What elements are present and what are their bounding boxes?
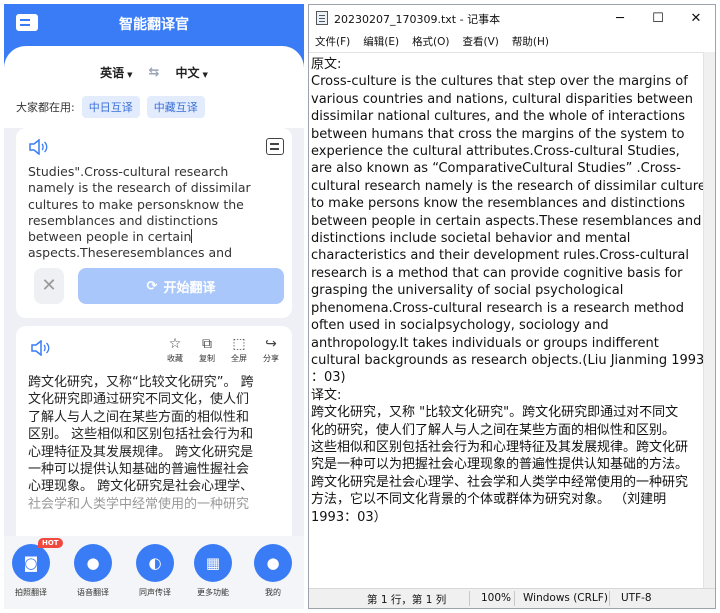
text-line: often used in socialpsychology, sociolog… [311,318,609,334]
app-title: 智能翻译官 [119,17,189,33]
text-line: dissimilar national cultures, and the wh… [311,109,685,125]
zoom-level: 100% [481,592,512,604]
caret-down-icon: ▼ [202,71,208,79]
copy-icon: ⧉ [202,336,212,352]
text-line: Cross-culture is the cultures that step … [311,74,688,90]
camera-icon: ◙ [12,544,50,582]
menu-format[interactable]: 格式(O) [412,32,449,52]
clear-button[interactable]: ✕ [34,268,64,304]
source-text-input[interactable]: Studies".Cross-cultural research namely … [28,164,278,262]
menu-file[interactable]: 文件(F) [315,32,350,52]
encoding: UTF-8 [621,592,652,604]
hot-badge: HOT [38,538,63,548]
start-translate-button[interactable]: ⟳ 开始翻译 [78,268,284,304]
menu-edit[interactable]: 编辑(E) [363,32,399,52]
share-icon: ↪ [265,336,277,352]
text-line: to make persons know the resemblances an… [311,196,686,212]
popular-label: 大家都在用: [16,101,75,114]
nav-voice-translate[interactable]: ● 语音翻译 [70,544,116,598]
source-language-select[interactable]: 英语 ▼ [100,64,132,81]
copy-button[interactable]: ⧉ 复制 [196,335,218,364]
window-title: 20230207_170309.txt - 记事本 [334,13,501,26]
chip-zh-ja[interactable]: 中日互译 [81,96,140,118]
status-bar: 第 1 行，第 1 列 100% Windows (CRLF) UTF-8 [309,588,715,608]
translator-app: 智能翻译官 英语 ▼ ⇆ 中文 ▼ 大家都在用: 中日互译 中藏互译 Studies… [4,4,304,609]
share-button[interactable]: ↪ 分享 [260,335,282,364]
text-line: 究是一种可以为把握社会心理现象的普遍性提供认知基础的方法。 [311,457,689,473]
maximize-button[interactable]: ☐ [639,5,677,32]
text-editor[interactable]: 原文: Cross-culture is the cultures that st… [309,52,703,588]
cursor-position: 第 1 行，第 1 列 [367,594,447,606]
title-bar[interactable]: 20230207_170309.txt - 记事本 ─ ☐ ✕ [309,5,715,32]
fullscreen-icon: ⬚ [232,336,246,352]
text-line: phenomena.Cross-cultural research is a r… [311,300,684,316]
menu-view[interactable]: 查看(V) [463,32,499,52]
fullscreen-button[interactable]: ⬚ 全屏 [228,335,250,364]
text-line: 跨文化研究是社会心理学、社会学和人类学中经常使用的一种研究 [311,474,689,490]
line-ending: Windows (CRLF) [523,592,608,604]
text-line: various countries and nations, cultural … [311,91,694,107]
favorite-button[interactable]: ☆ 收藏 [164,335,186,364]
microphone-icon: ● [74,544,112,582]
vertical-scrollbar[interactable] [703,52,715,588]
text-line: cultural research namely is the research… [311,178,703,194]
text-line: 方法，它以不同文化背景的个体或群体为研究对象。 （刘建明 [311,492,667,508]
language-selector-card: 英语 ▼ ⇆ 中文 ▼ 大家都在用: 中日互译 中藏互译 [4,46,304,128]
text-line: 译文: [311,387,342,403]
refresh-icon: ⟳ [146,278,158,294]
translation-result-card: ☆ 收藏 ⧉ 复制 ⬚ 全屏 ↪ 分享 跨文化研究，又称“比较文化研究”。 跨 文化研究… [16,326,292,556]
nav-profile[interactable]: ● 我的 [250,544,296,598]
notepad-window: 20230207_170309.txt - 记事本 ─ ☐ ✕ 文件(F) 编辑… [308,4,716,609]
text-line: between people in certain aspects.These … [311,213,702,229]
text-line: cultural backgrounds as research objects… [311,352,703,368]
notepad-icon [316,11,328,25]
text-line: 这些相似和区别包括社会行为和心理特征及其发展规律。跨文化研 [311,439,689,455]
text-line: 跨文化研究，又称 "比较文化研究"。跨文化研究即通过对不同文 [311,405,679,421]
text-line: anthropology.It takes individuals or gro… [311,335,659,351]
speaking-person-icon: ◐ [136,544,174,582]
text-line: ：03) [311,370,346,386]
text-line: 化的研究，使人们了解人与人之间在某些方面的相似性和区别。 [311,422,676,438]
menu-help[interactable]: 帮助(H) [512,32,549,52]
minimize-button[interactable]: ─ [601,5,639,32]
nav-photo-translate[interactable]: ◙ HOT 拍照翻译 [8,538,63,598]
nav-more-features[interactable]: ▦ 更多功能 [190,544,236,598]
star-icon: ☆ [168,336,182,352]
bottom-nav: ◙ HOT 拍照翻译 ● 语音翻译 ◐ 同声传译 ▦ 更多功能 ● 我的 [4,536,304,609]
text-line: grasping the universality of social psyc… [311,283,624,299]
text-line: characteristics and their development ru… [311,248,689,264]
text-cursor [191,229,193,244]
translation-output: 跨文化研究，又称“比较文化研究”。 跨 文化研究即通过研究不同文化，使人们 了解… [28,375,254,512]
user-icon: ● [254,544,292,582]
speaker-icon[interactable] [28,139,48,155]
text-line: experience the cultural attributes.Cross… [311,144,680,160]
text-line: 原文: [311,57,342,72]
text-line: research is a method that can provide co… [311,265,683,281]
source-text-card: Studies".Cross-cultural research namely … [16,128,292,318]
menu-bar: 文件(F) 编辑(E) 格式(O) 查看(V) 帮助(H) [309,32,715,52]
caret-down-icon: ▼ [127,71,133,79]
text-line: distinctions include societal behavior a… [311,231,631,247]
speaker-icon[interactable] [30,340,50,356]
text-line: are also known as “ComparativeCultural S… [311,161,681,177]
text-line: between humans that cross the margins of… [311,126,685,142]
nav-simultaneous-interpretation[interactable]: ◐ 同声传译 [132,544,178,598]
text-settings-icon[interactable] [266,138,284,155]
grid-icon: ▦ [194,544,232,582]
text-line: 1993：03） [311,509,387,525]
chip-zh-bo[interactable]: 中藏互译 [146,96,205,118]
swap-languages-icon[interactable]: ⇆ [149,65,160,80]
target-language-select[interactable]: 中文 ▼ [175,64,207,81]
close-button[interactable]: ✕ [677,5,715,32]
